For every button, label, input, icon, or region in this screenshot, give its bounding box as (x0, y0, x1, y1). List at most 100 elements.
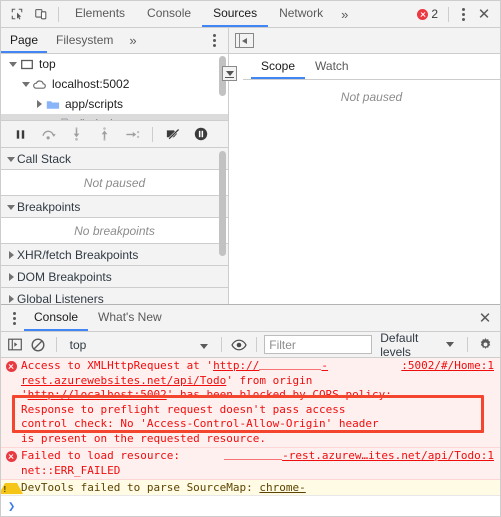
tree-item-index[interactable]: (index) (1, 114, 228, 120)
msg-part-link[interactable]: http://localhost:5002 (28, 388, 167, 401)
more-panels-chevron-icon[interactable]: » (334, 1, 355, 27)
error-icon (1, 449, 21, 462)
step-out-button[interactable] (91, 123, 117, 145)
chevron-down-icon (5, 153, 17, 165)
cloud-icon (32, 79, 48, 90)
close-icon[interactable]: ✕ (473, 4, 495, 24)
console-sidebar-icon[interactable] (5, 334, 26, 356)
jump-to-source-icon[interactable] (222, 66, 237, 81)
tab-console-label: Console (147, 6, 192, 20)
console-message-warning[interactable]: DevTools failed to parse SourceMap: chro… (1, 480, 500, 495)
drawer-tab-console[interactable]: Console (24, 305, 89, 331)
console-message-source-link[interactable]: :5002/#/Home:1 (401, 359, 500, 374)
tree-item-localhost[interactable]: localhost:5002 (1, 74, 228, 94)
toolbar-divider (256, 337, 258, 352)
chevron-down-icon[interactable] (7, 58, 19, 70)
toolbar-right-group: 2 ✕ (411, 4, 500, 24)
tree-item-label: top (39, 57, 56, 71)
nav-tab-page[interactable]: Page (1, 28, 48, 53)
drawer-menu-icon[interactable] (4, 308, 24, 328)
inspect-cursor-icon[interactable] (5, 3, 29, 25)
step-over-button[interactable] (35, 123, 61, 145)
file-tree[interactable]: top localhost:5002 app/scripts (1, 54, 228, 121)
msg-part-text: Access to XMLHttpRequest at ' (21, 359, 214, 372)
scope-tabs: Scope Watch (243, 54, 500, 80)
console-message-text: DevTools failed to parse SourceMap: chro… (21, 481, 500, 495)
breakpoints-empty-message: No breakpoints (1, 218, 228, 244)
chevron-right-icon (5, 293, 17, 305)
resume-script-execution-button[interactable] (7, 123, 33, 145)
section-title: XHR/fetch Breakpoints (17, 247, 139, 262)
section-header-global-listeners[interactable]: Global Listeners (1, 288, 228, 304)
nav-tab-page-label: Page (10, 32, 39, 47)
tab-watch-label: Watch (315, 58, 349, 73)
log-levels-selector[interactable]: Default levels (374, 331, 460, 359)
tab-scope-label: Scope (261, 58, 296, 73)
console-message-error[interactable]: Failed to load resource: net::ERR_FAILED… (1, 448, 500, 480)
live-expression-icon[interactable] (229, 334, 250, 356)
tab-elements-label: Elements (75, 6, 126, 20)
error-count-badge[interactable]: 2 (411, 7, 444, 21)
section-header-breakpoints[interactable]: Breakpoints (1, 196, 228, 218)
gear-icon[interactable] (475, 334, 496, 356)
console-message-error[interactable]: Access to XMLHttpRequest at 'http://-res… (1, 358, 500, 448)
file-icon (58, 118, 74, 120)
tab-sources-label: Sources (213, 6, 258, 20)
tree-item-label: localhost:5002 (52, 77, 130, 91)
section-header-xhr-breakpoints[interactable]: XHR/fetch Breakpoints (1, 244, 228, 266)
drawer-tab-whats-new[interactable]: What's New (88, 305, 172, 331)
kebab-menu-icon[interactable] (453, 4, 473, 24)
chevron-right-icon[interactable] (33, 98, 45, 110)
drawer-tabs-bar: Console What's New ✕ (1, 305, 500, 332)
section-header-dom-breakpoints[interactable]: DOM Breakpoints (1, 266, 228, 288)
debugger-toolbar (1, 121, 228, 148)
sidebar-scrollbar[interactable] (219, 151, 226, 256)
toolbar-divider (220, 337, 222, 352)
deactivate-breakpoints-button[interactable] (160, 123, 186, 145)
tree-item-top[interactable]: top (1, 54, 228, 74)
editor-pane: Scope Watch Not paused (222, 28, 500, 304)
chevron-down-icon[interactable] (20, 78, 32, 90)
console-messages[interactable]: Access to XMLHttpRequest at 'http:// -res… (1, 358, 500, 495)
console-drawer: Console What's New ✕ top Filter Default … (1, 304, 500, 516)
nav-tab-filesystem[interactable]: Filesystem (47, 28, 122, 53)
console-message-source-link[interactable]: -rest.azurew…ites.net/api/Todo:1 (224, 449, 500, 464)
section-title: Breakpoints (17, 199, 81, 214)
scope-empty-message: Not paused (340, 90, 403, 104)
redacted-url-segment (259, 360, 322, 370)
tab-scope[interactable]: Scope (251, 54, 306, 79)
frame-icon (19, 59, 35, 70)
tab-elements[interactable]: Elements (64, 1, 136, 27)
main-toolbar: Elements Console Sources Network » 2 ✕ (1, 1, 500, 28)
more-navigator-tabs-icon[interactable]: » (122, 33, 143, 48)
chevron-right-icon (5, 249, 17, 261)
clear-console-icon[interactable] (28, 334, 49, 356)
console-filter-input[interactable] (264, 335, 373, 354)
console-input-prompt[interactable]: ❯ (1, 495, 500, 516)
drawer-close-icon[interactable]: ✕ (474, 308, 496, 328)
toolbar-divider (448, 6, 449, 22)
navigator-menu-icon[interactable] (204, 31, 224, 51)
sources-panel: Page Filesystem » top localhost:5002 app… (1, 28, 500, 304)
toolbar-divider (152, 126, 153, 142)
collapse-sidebar-icon[interactable] (235, 33, 254, 48)
step-button[interactable] (119, 123, 145, 145)
console-message-text: Failed to load resource: net::ERR_FAILED (21, 449, 224, 478)
pause-on-exceptions-button[interactable] (188, 123, 214, 145)
tab-sources[interactable]: Sources (202, 1, 269, 27)
tab-network-label: Network (279, 6, 324, 20)
msg-part-text: DevTools failed to parse SourceMap: (21, 481, 260, 494)
source-code-viewer[interactable] (222, 54, 243, 304)
step-into-button[interactable] (63, 123, 89, 145)
toolbar-divider (467, 337, 469, 352)
execution-context-selector[interactable]: top (64, 335, 214, 354)
tab-console[interactable]: Console (136, 1, 202, 27)
folder-icon (45, 99, 61, 110)
tab-watch[interactable]: Watch (305, 54, 359, 79)
panel-tabs: Elements Console Sources Network » (64, 1, 355, 27)
tree-item-app-scripts[interactable]: app/scripts (1, 94, 228, 114)
section-header-call-stack[interactable]: Call Stack (1, 148, 228, 170)
tab-network[interactable]: Network (268, 1, 334, 27)
device-toolbar-icon[interactable] (29, 3, 53, 25)
msg-part-link[interactable]: http:// (213, 359, 259, 372)
